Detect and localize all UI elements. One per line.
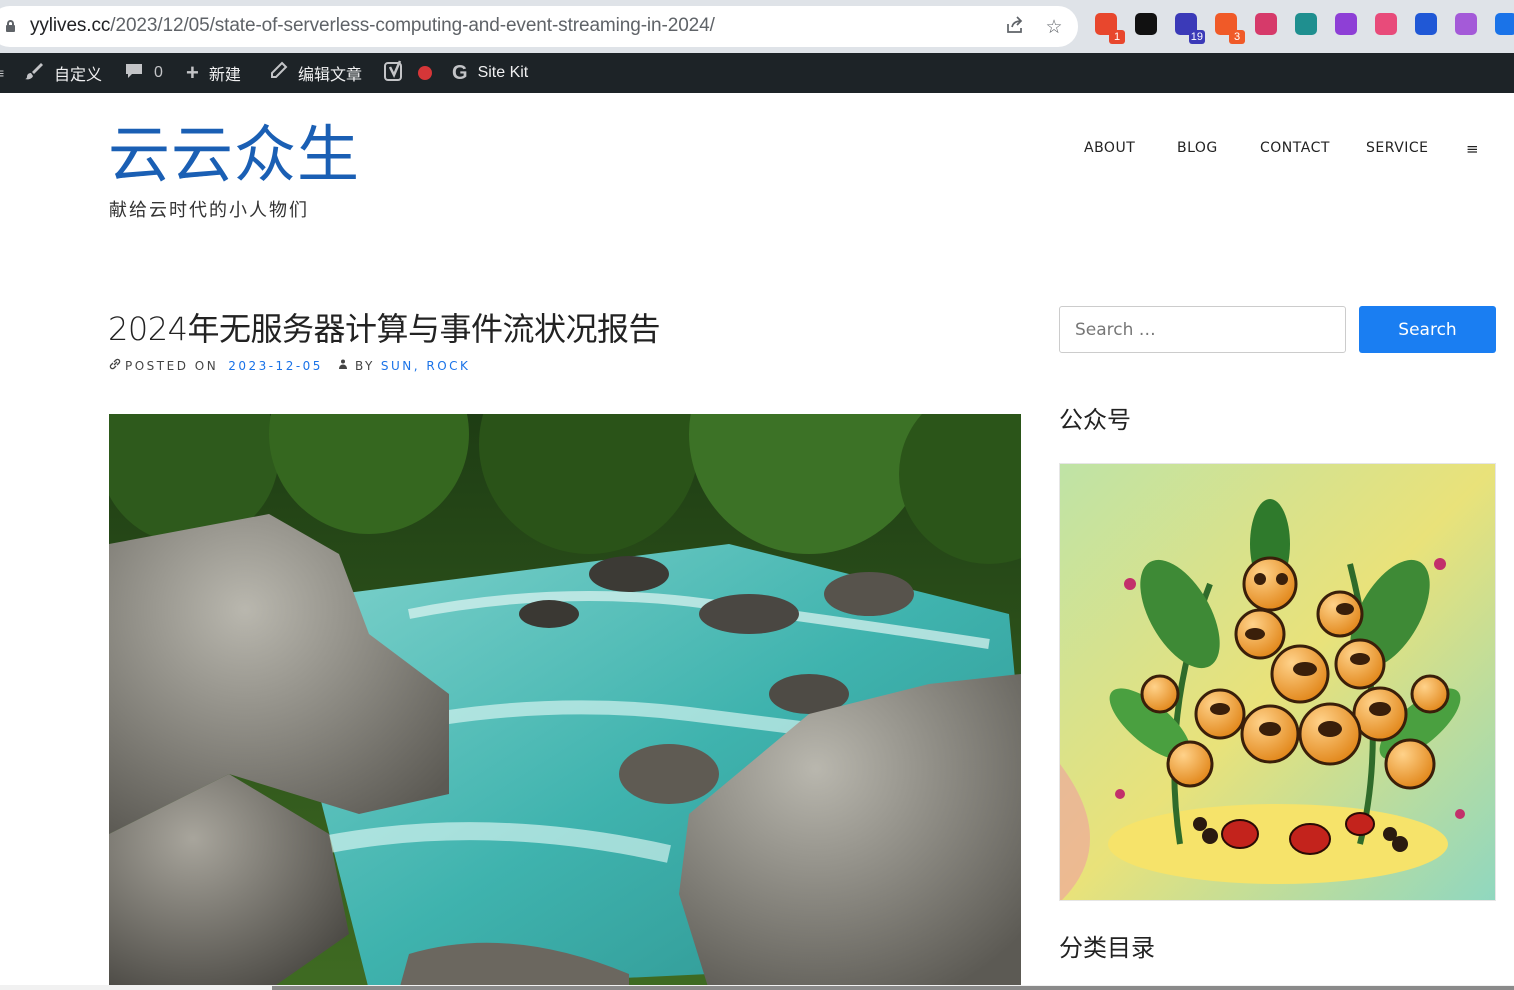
customize-label: 自定义 xyxy=(54,67,103,84)
horizontal-scrollbar[interactable] xyxy=(0,985,1514,990)
search-input-wrapper xyxy=(1059,306,1346,353)
paintbrush-icon xyxy=(24,61,44,86)
scrollbar-thumb[interactable] xyxy=(272,986,1514,990)
edit-post-link[interactable]: 编辑文章 xyxy=(268,53,362,93)
post-title: 2024年无服务器计算与事件流状况报告 xyxy=(108,310,660,348)
plus-icon: + xyxy=(186,60,199,85)
edit-label: 编辑文章 xyxy=(298,67,363,84)
ext-translate-icon[interactable] xyxy=(1255,13,1277,35)
user-icon xyxy=(337,358,349,373)
site-description: 献给云时代的小人物们 xyxy=(109,200,309,221)
star-icon[interactable]: ☆ xyxy=(1042,15,1066,39)
nav-contact[interactable]: CONTACT xyxy=(1260,140,1330,156)
posted-on-label: POSTED ON xyxy=(125,358,219,373)
wp-admin-bar: ≡ 自定义 0 + 新建 编辑文章 G Site Kit xyxy=(0,53,1514,93)
notion-icon[interactable] xyxy=(1135,13,1157,35)
link-icon xyxy=(109,358,121,373)
ext-lr-icon[interactable] xyxy=(1335,13,1357,35)
ext-graduation-badge: 19 xyxy=(1188,30,1205,44)
by-label: BY xyxy=(354,358,375,373)
wechat-qr-image xyxy=(1059,463,1496,901)
site-title[interactable]: 云云众生 xyxy=(108,124,360,186)
ext-grid-icon[interactable] xyxy=(1295,13,1317,35)
pencil-icon xyxy=(268,61,288,86)
yoast-menu[interactable] xyxy=(384,53,432,93)
post-meta: POSTED ON 2023-12-05 BY SUN, ROCK xyxy=(109,358,470,373)
nav-about[interactable]: ABOUT xyxy=(1084,140,1135,156)
nav-blog[interactable]: BLOG xyxy=(1177,140,1218,156)
share-icon[interactable] xyxy=(1003,15,1027,39)
post-date-link[interactable]: 2023-12-05 xyxy=(228,359,323,373)
customize-link[interactable]: 自定义 xyxy=(24,53,102,93)
google-g-icon: G xyxy=(452,61,468,84)
yoast-icon xyxy=(384,60,406,87)
seo-status-dot xyxy=(418,66,432,80)
ext-cursor-icon[interactable] xyxy=(1415,13,1437,35)
lock-icon[interactable] xyxy=(6,20,15,32)
browser-toolbar: yylives.cc/2023/12/05/state-of-serverles… xyxy=(0,0,1514,53)
address-bar[interactable]: yylives.cc/2023/12/05/state-of-serverles… xyxy=(0,6,1078,47)
chrome-ext-1-icon[interactable]: 1 xyxy=(1095,13,1125,44)
ext-openai-icon[interactable] xyxy=(1455,13,1477,35)
ext-chat-badge: 3 xyxy=(1229,30,1245,44)
chrome-ext-1-badge: 1 xyxy=(1109,30,1125,44)
admin-menu-icon[interactable]: ≡ xyxy=(0,53,4,93)
ext-graduation-icon[interactable]: 19 xyxy=(1175,13,1205,44)
sitekit-label: Site Kit xyxy=(477,64,529,81)
featured-image xyxy=(109,414,1021,990)
new-label: 新建 xyxy=(208,67,241,84)
comments-count: 0 xyxy=(154,64,163,81)
sitekit-link[interactable]: G Site Kit xyxy=(452,53,528,93)
comments-link[interactable]: 0 xyxy=(124,53,163,93)
author-link[interactable]: SUN, ROCK xyxy=(381,359,471,373)
ext-cloud-icon[interactable] xyxy=(1375,13,1397,35)
comment-icon xyxy=(124,61,144,86)
ext-sync-icon[interactable] xyxy=(1495,13,1514,35)
search-input[interactable] xyxy=(1060,307,1345,352)
url-text[interactable]: yylives.cc/2023/12/05/state-of-serverles… xyxy=(30,15,715,37)
menu-toggle-icon[interactable]: ≡ xyxy=(1466,140,1479,158)
nav-service[interactable]: SERVICE xyxy=(1366,140,1429,156)
search-button[interactable]: Search xyxy=(1359,306,1496,353)
widget-title-categories: 分类目录 xyxy=(1059,934,1155,962)
new-content-link[interactable]: + 新建 xyxy=(186,53,241,93)
ext-chat-icon[interactable]: 3 xyxy=(1215,13,1245,44)
widget-title-wechat: 公众号 xyxy=(1059,406,1131,434)
